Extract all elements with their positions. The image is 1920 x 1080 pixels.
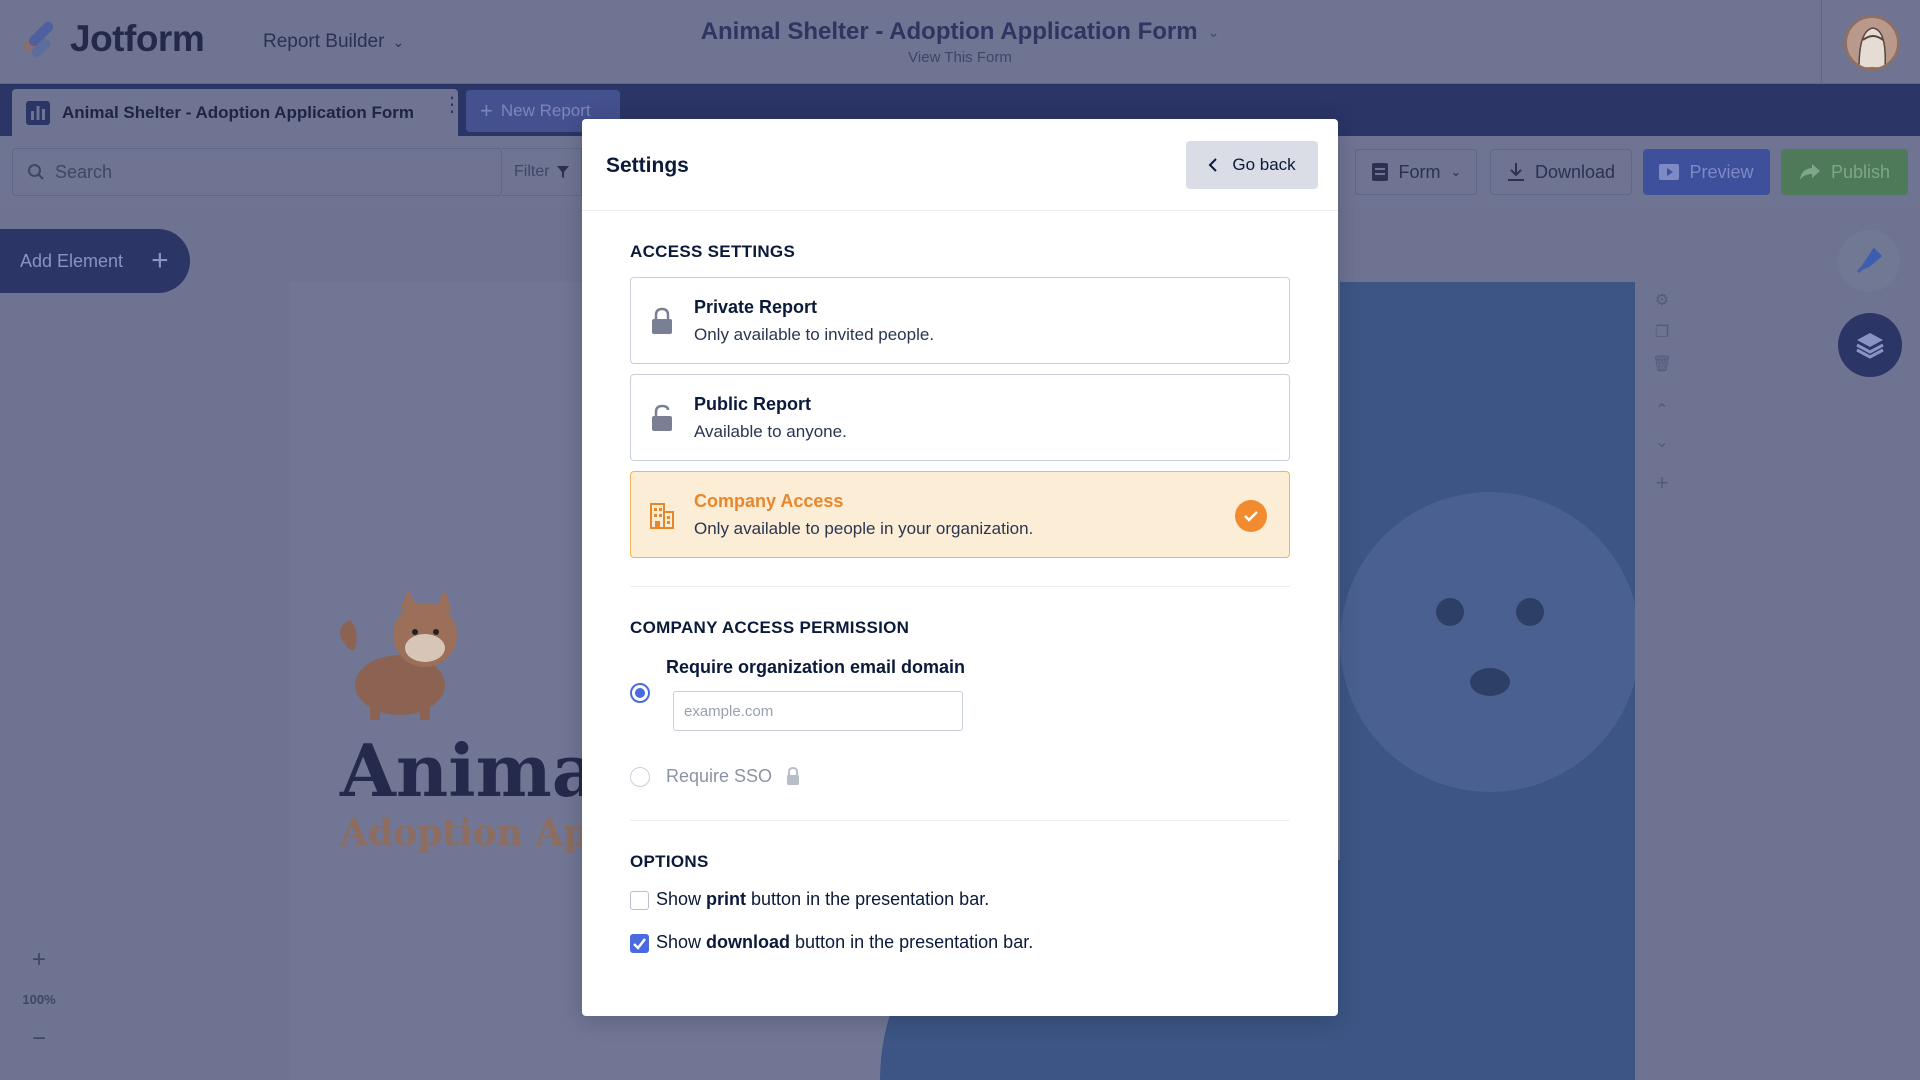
search-icon: [28, 164, 44, 180]
form-title-text: Animal Shelter - Adoption Application Fo…: [700, 18, 1198, 45]
chevron-up-icon[interactable]: ⌃: [1655, 400, 1668, 420]
share-arrow-icon: [1799, 164, 1820, 180]
company-access-permission-heading: COMPANY ACCESS PERMISSION: [630, 618, 910, 637]
modal-header: Settings Go back: [582, 119, 1338, 211]
download-button[interactable]: Download: [1490, 149, 1632, 195]
email-domain-input[interactable]: [673, 691, 963, 731]
preview-button[interactable]: Preview: [1643, 149, 1770, 195]
show-download-label: Show download button in the presentation…: [656, 932, 1034, 952]
chevron-down-icon[interactable]: ⌄: [1655, 432, 1668, 452]
dog-illustration-icon: [330, 590, 470, 720]
form-title-area: Animal Shelter - Adoption Application Fo…: [0, 18, 1920, 66]
dog-photo-icon: [1340, 492, 1640, 792]
zoom-in-icon[interactable]: +: [18, 946, 60, 974]
more-vertical-icon[interactable]: ⋮: [442, 95, 462, 115]
tab-label: Animal Shelter - Adoption Application Fo…: [62, 102, 414, 122]
document-icon: [1371, 163, 1388, 181]
form-menu-button[interactable]: Form ⌄: [1355, 149, 1477, 195]
copy-icon[interactable]: ❐: [1655, 322, 1669, 342]
search-input[interactable]: Search: [12, 148, 502, 196]
page-subheading: Adoption App: [340, 812, 614, 854]
show-print-label: Show print button in the presentation ba…: [656, 889, 990, 909]
layers-button[interactable]: [1838, 313, 1902, 377]
option-title: Company Access: [694, 491, 844, 511]
require-sso-radio[interactable]: [630, 767, 650, 787]
chevron-down-icon: ⌄: [1207, 23, 1220, 40]
section-divider: [630, 820, 1290, 821]
go-back-label: Go back: [1232, 155, 1296, 174]
modal-title: Settings: [606, 154, 689, 177]
chevron-down-icon: ⌄: [1450, 164, 1462, 179]
check-icon: [1235, 500, 1267, 532]
private-report-option[interactable]: Private Report Only available to invited…: [630, 277, 1290, 364]
add-element-button[interactable]: Add Element +: [0, 229, 190, 293]
add-element-label: Add Element: [20, 250, 124, 271]
tab-animal-shelter-report[interactable]: Animal Shelter - Adoption Application Fo…: [12, 89, 462, 136]
zoom-out-icon[interactable]: −: [18, 1025, 60, 1053]
require-email-domain-radio[interactable]: [630, 683, 650, 703]
layers-icon: [1856, 333, 1884, 359]
play-icon: [1659, 164, 1680, 180]
publish-label: Publish: [1830, 161, 1891, 182]
option-title: Public Report: [694, 394, 812, 414]
avatar-icon: [1847, 18, 1897, 68]
publish-button[interactable]: Publish: [1781, 149, 1908, 195]
option-description: Only available to invited people.: [694, 325, 935, 344]
gear-icon[interactable]: ⚙: [1655, 290, 1669, 310]
section-divider: [630, 586, 1290, 587]
go-back-button[interactable]: Go back: [1186, 141, 1318, 189]
design-tool-button[interactable]: [1838, 230, 1900, 292]
show-download-checkbox[interactable]: [630, 934, 649, 953]
chevron-left-icon: [1208, 158, 1218, 172]
zoom-level: 100%: [22, 992, 56, 1007]
divider: [1821, 0, 1822, 84]
filter-button[interactable]: Filter: [502, 148, 582, 196]
download-label: Download: [1534, 161, 1616, 182]
settings-modal: Settings Go back ACCESS SETTINGS Private…: [582, 119, 1338, 1016]
check-icon: [633, 938, 646, 950]
new-report-label: New Report: [500, 101, 591, 120]
form-title[interactable]: Animal Shelter - Adoption Application Fo…: [701, 18, 1220, 46]
trash-icon[interactable]: 🗑: [1652, 354, 1672, 374]
option-description: Only available to people in your organiz…: [694, 519, 1034, 538]
plus-icon: +: [151, 244, 169, 277]
report-chart-icon: [26, 100, 50, 125]
building-icon: [650, 503, 674, 529]
company-access-option[interactable]: Company Access Only available to people …: [630, 471, 1290, 558]
brush-icon: [1856, 247, 1883, 274]
access-settings-heading: ACCESS SETTINGS: [630, 242, 796, 261]
download-icon: [1507, 163, 1524, 181]
preview-label: Preview: [1689, 161, 1754, 182]
search-placeholder: Search: [55, 161, 113, 182]
plus-icon: +: [480, 98, 493, 123]
show-print-checkbox[interactable]: [630, 891, 649, 910]
lock-icon: [652, 307, 672, 334]
require-email-domain-label: Require organization email domain: [666, 657, 966, 677]
top-bar: Jotform Report Builder ⌄ Animal Shelter …: [0, 0, 1920, 84]
page-side-tools: ⚙ ❐ 🗑 ⌃ ⌄ +: [1650, 290, 1674, 496]
page-heading: Anima: [340, 728, 599, 813]
view-form-link[interactable]: View This Form: [0, 49, 1920, 66]
option-description: Available to anyone.: [694, 422, 847, 441]
user-avatar[interactable]: [1844, 15, 1900, 71]
public-report-option[interactable]: Public Report Available to anyone.: [630, 374, 1290, 461]
plus-icon[interactable]: +: [1656, 470, 1669, 496]
zoom-controls: + 100% −: [18, 946, 60, 1053]
unlock-icon: [652, 404, 672, 431]
lock-icon: [787, 766, 799, 785]
form-label: Form: [1398, 161, 1441, 182]
page-photo: [1340, 282, 1640, 1080]
filter-icon: [556, 166, 569, 178]
filter-label: Filter: [514, 163, 550, 180]
require-sso-label: Require SSO: [666, 766, 773, 786]
options-heading: OPTIONS: [630, 852, 709, 871]
option-title: Private Report: [694, 297, 818, 317]
